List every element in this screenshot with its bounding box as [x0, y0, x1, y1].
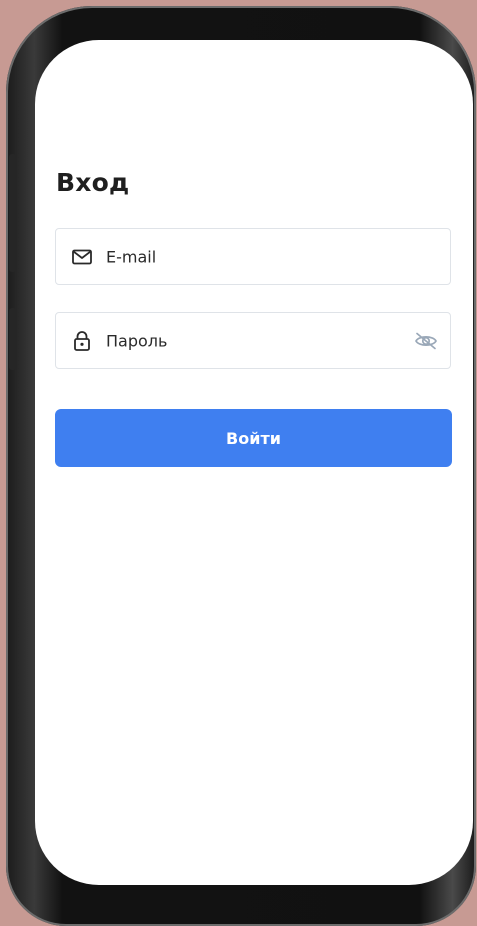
email-field[interactable]: E-mail: [55, 228, 451, 285]
login-screen: Вход E-mail Пароль Войти: [35, 40, 473, 885]
lock-icon: [70, 329, 94, 353]
side-button-volume-down: [9, 308, 17, 370]
email-placeholder: E-mail: [106, 247, 157, 266]
eye-off-icon[interactable]: [414, 329, 438, 353]
login-button[interactable]: Войти: [55, 409, 452, 467]
mail-icon: [70, 245, 94, 269]
password-placeholder: Пароль: [106, 331, 168, 350]
page-title: Вход: [56, 168, 130, 197]
side-button-volume-up: [9, 154, 17, 272]
phone-frame: Вход E-mail Пароль Войти: [6, 6, 476, 926]
password-field[interactable]: Пароль: [55, 312, 451, 369]
